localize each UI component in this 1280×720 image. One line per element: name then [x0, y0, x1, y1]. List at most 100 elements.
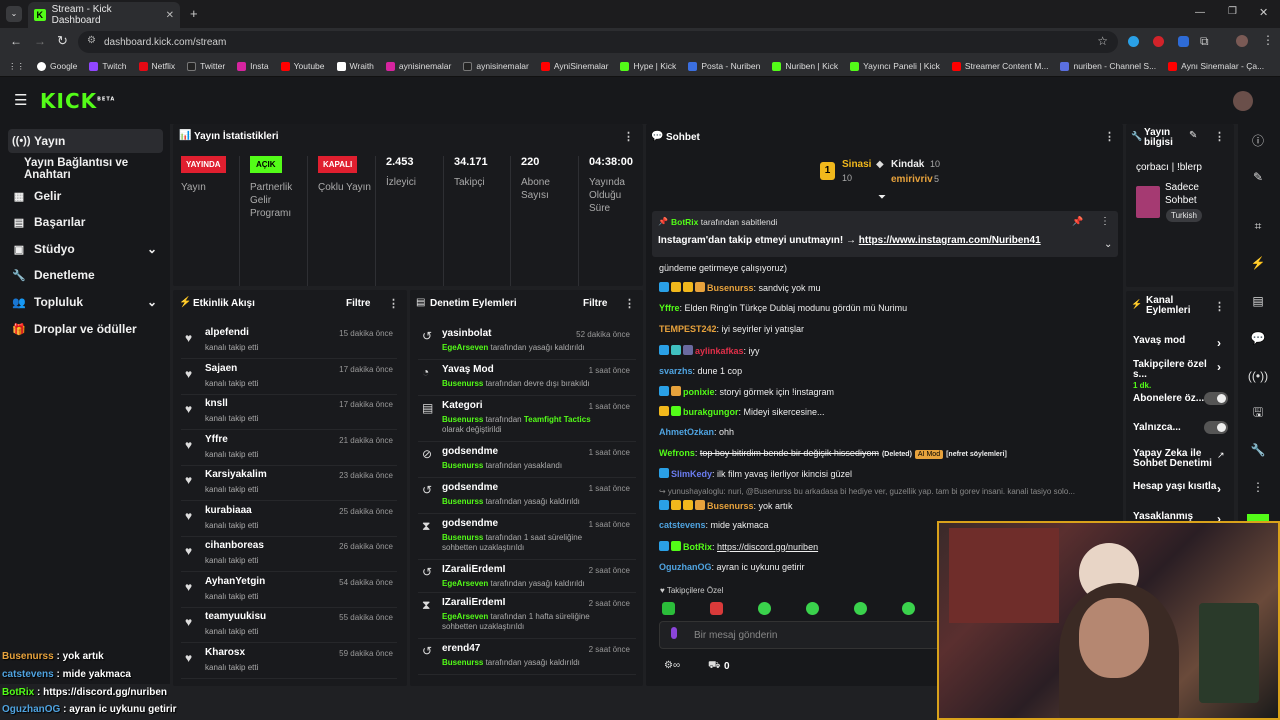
chat-message[interactable]: burakgungor: Mideyi sikercesine...: [659, 406, 825, 417]
chat-username[interactable]: burakgungor: [683, 407, 739, 417]
list-item[interactable]: ♥ Sajaen kanalı takip etti 17 dakika önce: [181, 359, 397, 395]
moderator-name[interactable]: EgeArseven: [442, 612, 488, 621]
user-avatar[interactable]: [1233, 91, 1253, 111]
wrench-icon[interactable]: 🔧: [1240, 435, 1276, 465]
extension-icon[interactable]: [1178, 36, 1189, 47]
chat-message[interactable]: gündeme getirmeye çalışıyoruz): [659, 263, 787, 273]
toggle-switch[interactable]: [1204, 421, 1228, 434]
target-name[interactable]: yasinbolat: [442, 328, 491, 339]
chat-message[interactable]: Wefrons: top boy bitirdim bende bir deği…: [659, 448, 1007, 459]
leader-name[interactable]: Sinasi: [842, 159, 871, 170]
bookmark[interactable]: aynisinemalar: [385, 61, 451, 71]
list-item[interactable]: ⊘ godsendme 1 saat önce Busenurss tarafında…: [418, 442, 636, 478]
list-item[interactable]: ⧗ godsendme 1 saat önce Busenurss tarafında…: [418, 514, 636, 560]
list-item[interactable]: ↺ erend47 2 saat önce Busenurss tarafından …: [418, 639, 636, 675]
target-name[interactable]: Kategori: [442, 400, 483, 411]
chat-username[interactable]: svarzhs: [659, 366, 693, 376]
chat-username[interactable]: ponixie: [683, 387, 715, 397]
list-item[interactable]: ♥ alpefendi kanalı takip etti 15 dakika önc…: [181, 323, 397, 359]
bookmark[interactable]: nuriben - Channel S...: [1060, 61, 1156, 71]
username[interactable]: Sajaen: [205, 363, 237, 374]
list-item[interactable]: ♥ teamyuukisu kanalı takip etti 55 dakika ö…: [181, 607, 397, 643]
emote[interactable]: [662, 602, 675, 615]
filter-button[interactable]: Filtre: [583, 298, 607, 309]
username[interactable]: Karsiyakalim: [205, 469, 267, 480]
chat-link[interactable]: https://discord.gg/nuriben: [717, 542, 818, 552]
target-name[interactable]: IZaraliErdemI: [442, 597, 505, 608]
list-item[interactable]: ⧗ IZaraliErdemI 2 saat önce EgeArseven tara…: [418, 593, 636, 639]
list-item[interactable]: ◔ Yavaş Mod 1 saat önce Busenurss tarafında…: [418, 360, 636, 396]
target-name[interactable]: godsendme: [442, 518, 498, 529]
bookmark[interactable]: Streamer Content M...: [951, 61, 1048, 71]
list-item[interactable]: ♥ Yffre kanalı takip etti 21 dakika önce: [181, 430, 397, 466]
hamburger-menu-icon[interactable]: ☰: [14, 91, 27, 109]
chat-message[interactable]: Busenurss: sandviç yok mu: [659, 282, 821, 293]
kick-logo[interactable]: KICKBETA: [40, 89, 115, 113]
target-name[interactable]: Yavaş Mod: [442, 364, 494, 375]
info-icon[interactable]: ⓘ: [1240, 125, 1276, 155]
bookmark[interactable]: Wraith: [336, 61, 374, 71]
sidebar-item-droplar[interactable]: 🎁 Droplar ve ödüller: [8, 317, 163, 341]
target-name[interactable]: godsendme: [442, 446, 498, 457]
broadcast-icon[interactable]: ((•)): [1240, 361, 1276, 391]
category-name[interactable]: Sadece Sohbet: [1165, 181, 1225, 207]
chat-message[interactable]: aylinkafkas: iyy: [659, 345, 760, 356]
moderator-name[interactable]: Busenurss: [442, 415, 483, 424]
chat-username[interactable]: aylinkafkas: [695, 346, 744, 356]
username[interactable]: kurabiaaa: [205, 505, 252, 516]
site-info-icon[interactable]: ⚙: [87, 35, 96, 46]
chat-username[interactable]: Busenurss: [707, 501, 754, 511]
sidebar-item-stream-key[interactable]: Yayın Bağlantısı ve Anahtarı: [20, 157, 175, 181]
save-icon[interactable]: 🖫: [1240, 398, 1276, 428]
edit-icon[interactable]: ✎: [1189, 130, 1197, 141]
bookmark[interactable]: Aynı Sinemalar - Ça...: [1168, 61, 1264, 71]
settings-icon[interactable]: ⚙∞: [664, 660, 680, 671]
sidebar-item-studyo[interactable]: ▣ Stüdyo ⌄: [8, 237, 163, 261]
chat-input[interactable]: Bir mesaj gönderin: [659, 621, 949, 649]
chat-username[interactable]: Busenurss: [707, 283, 754, 293]
bookmark[interactable]: Twitter: [187, 61, 225, 71]
target-name[interactable]: godsendme: [442, 482, 498, 493]
channel-action-item[interactable]: Yavaş mod: [1133, 336, 1223, 346]
sidebar-item-yayin[interactable]: ((•)) Yayın: [8, 129, 163, 153]
back-icon[interactable]: ←: [10, 34, 22, 48]
chat-message[interactable]: svarzhs: dune 1 cop: [659, 366, 742, 376]
emote[interactable]: [854, 602, 867, 615]
list-item[interactable]: ♥ cihanboreas kanalı takip etti 26 dakika ö…: [181, 536, 397, 572]
chat-message[interactable]: catstevens: mide yakmaca: [659, 520, 769, 530]
bookmark[interactable]: Insta: [237, 61, 269, 71]
more-options-icon[interactable]: ⋮: [1240, 472, 1276, 502]
extension-icon[interactable]: [1153, 36, 1164, 47]
bookmark[interactable]: Nuriben | Kick: [772, 61, 838, 71]
chevron-right-icon[interactable]: ›: [1217, 482, 1221, 496]
more-options-icon[interactable]: ⋮: [1104, 130, 1115, 143]
chat-message[interactable]: TEMPEST242: iyi seyirler iyi yatışlar: [659, 324, 804, 334]
bookmark[interactable]: AyniSinemalar: [540, 61, 608, 71]
crop-icon[interactable]: ⌗: [1240, 211, 1276, 241]
unpin-icon[interactable]: 📌: [1072, 216, 1083, 227]
username[interactable]: alpefendi: [205, 327, 249, 338]
username[interactable]: cihanboreas: [205, 540, 264, 551]
emote[interactable]: [758, 602, 771, 615]
username[interactable]: Yffre: [205, 434, 228, 445]
profile-avatar[interactable]: [1236, 35, 1248, 47]
chat-message[interactable]: ↪ yunushayaloglu: nuri, @Busenurss bu ar…: [659, 487, 1075, 496]
chat-message[interactable]: AhmetOzkan: ohh: [659, 427, 734, 437]
chat-message[interactable]: ponixie: storyi görmek için !instagram: [659, 386, 834, 397]
target-name[interactable]: erend47: [442, 643, 480, 654]
more-options-icon[interactable]: ⋮: [388, 297, 399, 310]
chat-icon[interactable]: 💬: [1240, 323, 1276, 353]
forward-icon[interactable]: →: [34, 34, 46, 48]
more-options-icon[interactable]: ⋮: [1100, 216, 1110, 227]
bolt-icon[interactable]: ⚡: [1240, 248, 1276, 278]
bookmark[interactable]: Posta - Nuriben: [688, 61, 760, 71]
more-options-icon[interactable]: ⋮: [1214, 130, 1225, 143]
tab-close-icon[interactable]: ✕: [166, 10, 174, 21]
expand-leaderboard-icon[interactable]: ⏷: [878, 192, 886, 203]
username[interactable]: teamyuukisu: [205, 611, 266, 622]
leader-name[interactable]: Kindak: [891, 159, 924, 170]
chevron-right-icon[interactable]: ›: [1217, 360, 1221, 374]
emote[interactable]: [902, 602, 915, 615]
chat-username[interactable]: OguzhanOG: [659, 562, 712, 572]
moderator-name[interactable]: Busenurss: [442, 497, 483, 506]
